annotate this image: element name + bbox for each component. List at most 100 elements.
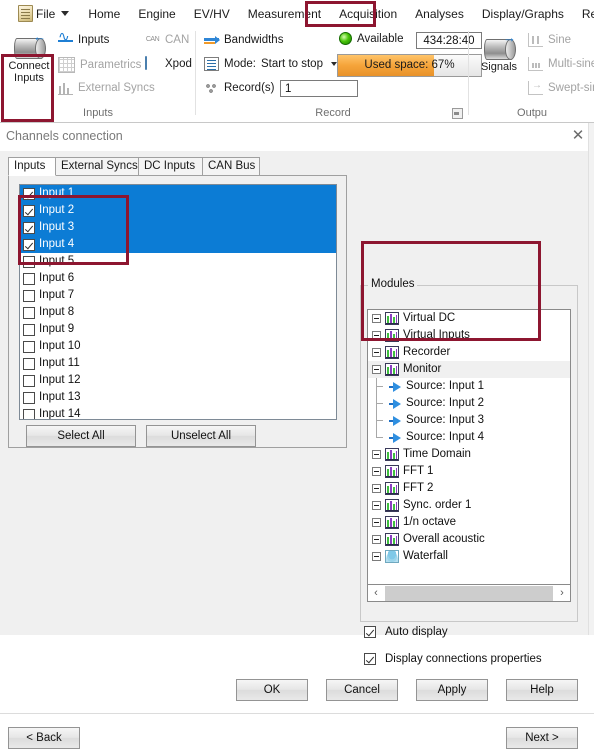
- tree-node-fft-1[interactable]: FFT 1: [368, 463, 570, 480]
- checkbox-icon[interactable]: [23, 272, 35, 285]
- checkbox-icon[interactable]: [23, 221, 35, 234]
- list-item[interactable]: Input 3: [20, 219, 336, 236]
- list-item[interactable]: Input 9: [20, 321, 336, 338]
- scrollbar-thumb[interactable]: [385, 585, 553, 601]
- close-icon[interactable]: ✕: [568, 127, 588, 145]
- mode-value[interactable]: Start to stop: [261, 58, 323, 70]
- ribbon-tab-home[interactable]: Home: [79, 3, 129, 25]
- list-item[interactable]: Input 13: [20, 389, 336, 406]
- checkbox-icon[interactable]: [23, 340, 35, 353]
- collapse-icon[interactable]: [372, 314, 381, 323]
- list-item[interactable]: Input 12: [20, 372, 336, 389]
- checkbox-icon[interactable]: [23, 374, 35, 387]
- tree-node-virtual-inputs[interactable]: Virtual Inputs: [368, 327, 570, 344]
- checkbox-icon[interactable]: [23, 357, 35, 370]
- ribbon-tab-display-graphs[interactable]: Display/Graphs: [473, 3, 573, 25]
- list-item-label: Input 3: [39, 221, 75, 233]
- collapse-icon[interactable]: [372, 535, 381, 544]
- record-dialog-launcher[interactable]: [452, 108, 463, 119]
- tab-can-bus[interactable]: CAN Bus: [202, 157, 260, 176]
- checkbox-icon[interactable]: [23, 306, 35, 319]
- ok-button[interactable]: OK: [236, 679, 308, 701]
- list-item[interactable]: Input 2: [20, 202, 336, 219]
- signals-button[interactable]: → Signals: [474, 31, 524, 73]
- ribbon-item-mode[interactable]: Mode: Start to stop: [204, 57, 337, 71]
- records-input[interactable]: 1: [280, 80, 358, 97]
- tree-node-virtual-dc[interactable]: Virtual DC: [368, 310, 570, 327]
- collapse-icon[interactable]: [372, 552, 381, 561]
- tree-node-time-domain[interactable]: Time Domain: [368, 446, 570, 463]
- connect-inputs-button[interactable]: ← Connect Inputs: [4, 30, 54, 84]
- checkbox-icon[interactable]: [23, 255, 35, 268]
- tree-node-source-input-3[interactable]: Source: Input 3: [368, 412, 570, 429]
- auto-display-row[interactable]: Auto display: [364, 626, 448, 638]
- tree-node-1n-octave[interactable]: 1/n octave: [368, 514, 570, 531]
- tree-node-source-input-4[interactable]: Source: Input 4: [368, 429, 570, 446]
- tree-horizontal-scrollbar[interactable]: ‹ ›: [367, 585, 571, 602]
- list-item[interactable]: Input 7: [20, 287, 336, 304]
- collapse-icon[interactable]: [372, 365, 381, 374]
- list-item[interactable]: Input 1: [20, 185, 336, 202]
- collapse-icon[interactable]: [372, 450, 381, 459]
- ribbon-tab-evhv[interactable]: EV/HV: [185, 3, 239, 25]
- list-item[interactable]: Input 5: [20, 253, 336, 270]
- checkbox-icon[interactable]: [364, 626, 376, 638]
- list-item[interactable]: Input 8: [20, 304, 336, 321]
- tree-node-recorder[interactable]: Recorder: [368, 344, 570, 361]
- ribbon-tab-measurement[interactable]: Measurement: [239, 3, 330, 25]
- back-button[interactable]: < Back: [8, 727, 80, 749]
- multi-sine-icon: [528, 57, 543, 71]
- ribbon-item-inputs[interactable]: Inputs: [58, 29, 109, 47]
- checkbox-icon[interactable]: [23, 204, 35, 217]
- select-all-button[interactable]: Select All: [26, 425, 136, 447]
- list-item[interactable]: Input 11: [20, 355, 336, 372]
- help-button[interactable]: Help: [506, 679, 578, 701]
- cancel-button[interactable]: Cancel: [326, 679, 398, 701]
- collapse-icon[interactable]: [372, 484, 381, 493]
- ribbon-tab-report[interactable]: Report: [573, 3, 594, 25]
- file-menu-button[interactable]: File: [18, 5, 70, 22]
- collapse-icon[interactable]: [372, 501, 381, 510]
- apply-button[interactable]: Apply: [416, 679, 488, 701]
- ribbon-tab-engine[interactable]: Engine: [129, 3, 184, 25]
- list-item[interactable]: Input 14: [20, 406, 336, 419]
- ribbon-tab-analyses[interactable]: Analyses: [406, 3, 473, 25]
- collapse-icon[interactable]: [372, 348, 381, 357]
- next-button[interactable]: Next >: [506, 727, 578, 749]
- ribbon-tab-acquisition[interactable]: Acquisition: [330, 2, 407, 25]
- checkbox-icon[interactable]: [23, 391, 35, 404]
- scroll-left-icon[interactable]: ‹: [368, 586, 384, 601]
- ribbon-item-xpod-label: Xpod: [165, 58, 192, 70]
- tree-node-fft-2[interactable]: FFT 2: [368, 480, 570, 497]
- list-item[interactable]: Input 10: [20, 338, 336, 355]
- dialog-vertical-scrollbar[interactable]: [588, 123, 594, 635]
- tree-node-source-input-2[interactable]: Source: Input 2: [368, 395, 570, 412]
- collapse-icon[interactable]: [372, 467, 381, 476]
- list-item[interactable]: Input 6: [20, 270, 336, 287]
- checkbox-icon[interactable]: [23, 238, 35, 251]
- scroll-right-icon[interactable]: ›: [554, 586, 570, 601]
- display-connections-properties-row[interactable]: Display connections properties: [364, 653, 542, 665]
- inputs-list[interactable]: Input 1 Input 2 Input 3 Input 4 Input 5 …: [19, 184, 337, 420]
- ribbon-item-xpod[interactable]: Xpod: [145, 56, 192, 71]
- checkbox-icon[interactable]: [23, 323, 35, 336]
- checkbox-icon[interactable]: [23, 408, 35, 419]
- tree-node-waterfall[interactable]: Waterfall: [368, 548, 570, 565]
- tab-external-syncs[interactable]: External Syncs: [55, 157, 139, 176]
- collapse-icon[interactable]: [372, 518, 381, 527]
- modules-tree[interactable]: Virtual DC Virtual Inputs Recorder Monit…: [367, 309, 571, 585]
- tree-node-monitor[interactable]: Monitor: [368, 361, 570, 378]
- tree-node-overall-acoustic[interactable]: Overall acoustic: [368, 531, 570, 548]
- channels-connection-dialog: Channels connection ✕ Inputs External Sy…: [0, 122, 594, 749]
- unselect-all-button[interactable]: Unselect All: [146, 425, 256, 447]
- tab-dc-inputs[interactable]: DC Inputs: [138, 157, 203, 176]
- collapse-icon[interactable]: [372, 331, 381, 340]
- checkbox-icon[interactable]: [364, 653, 376, 665]
- tree-node-sync-order-1[interactable]: Sync. order 1: [368, 497, 570, 514]
- ribbon-item-bandwidths[interactable]: Bandwidths: [204, 33, 283, 47]
- tab-inputs[interactable]: Inputs: [8, 157, 56, 176]
- checkbox-icon[interactable]: [23, 289, 35, 302]
- tree-node-source-input-1[interactable]: Source: Input 1: [368, 378, 570, 395]
- list-item[interactable]: Input 4: [20, 236, 336, 253]
- checkbox-icon[interactable]: [23, 187, 35, 200]
